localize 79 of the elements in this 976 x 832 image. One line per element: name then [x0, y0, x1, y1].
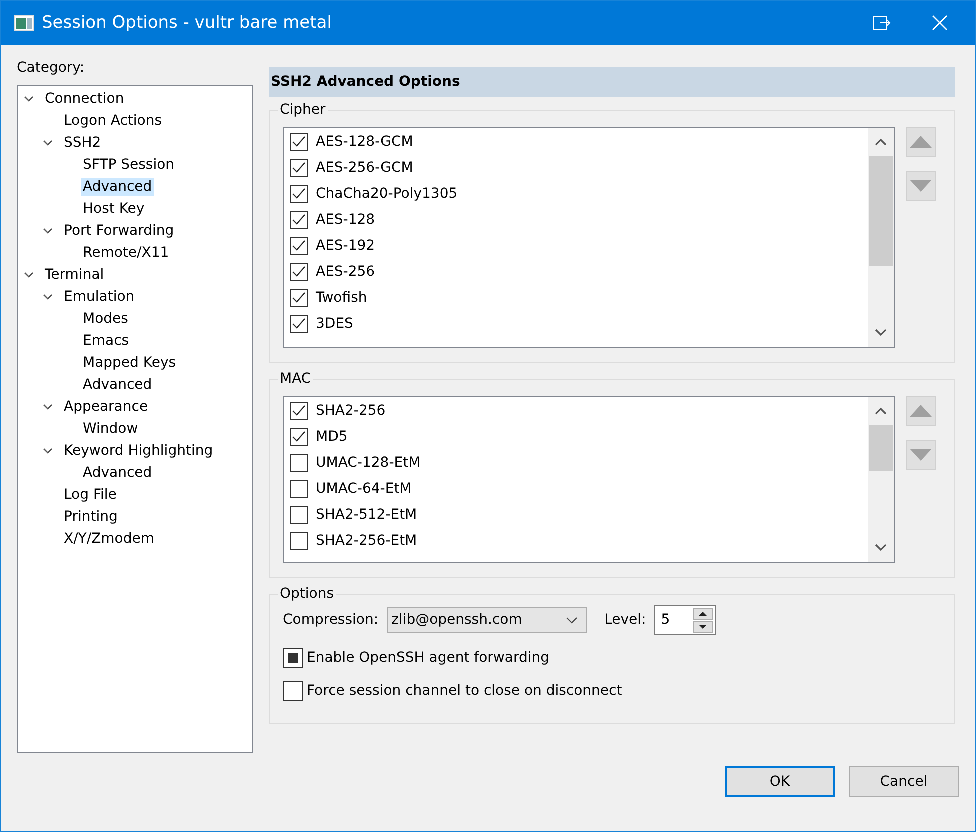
tree-item[interactable]: Printing — [62, 508, 120, 526]
list-item-label: UMAC-64-EtM — [316, 481, 412, 497]
level-label: Level: — [604, 612, 646, 628]
up-triangle-icon — [910, 135, 932, 149]
checkbox-label: Force session channel to close on disconnect — [307, 683, 622, 699]
tree-item[interactable]: X/Y/Zmodem — [62, 530, 157, 548]
tree-item[interactable]: Connection — [43, 90, 126, 108]
tree-item[interactable]: Advanced — [81, 464, 154, 482]
scrollbar[interactable] — [868, 128, 894, 347]
compression-label: Compression: — [283, 612, 379, 628]
tree-item[interactable]: Advanced — [81, 376, 154, 394]
down-triangle-icon — [910, 179, 932, 193]
list-item-label: ChaCha20-Poly1305 — [316, 186, 458, 202]
checkbox[interactable] — [283, 681, 303, 701]
checkbox[interactable] — [290, 506, 308, 524]
down-chevron-icon — [875, 329, 887, 337]
checkbox[interactable] — [290, 185, 308, 203]
checkbox[interactable] — [290, 532, 308, 550]
list-item-label: AES-256-GCM — [316, 160, 414, 176]
list-item-label: AES-256 — [316, 264, 376, 280]
list-item-label: 3DES — [316, 316, 354, 332]
list-item-label: MD5 — [316, 429, 348, 445]
tree-item[interactable]: Host Key — [81, 200, 147, 218]
category-tree[interactable] — [17, 85, 253, 753]
list-item-label: AES-128 — [316, 212, 376, 228]
tree-item[interactable]: Emulation — [62, 288, 137, 306]
category-label: Category: — [17, 59, 86, 78]
checkbox[interactable] — [290, 289, 308, 307]
app-window-icon — [14, 15, 34, 31]
checkbox[interactable] — [290, 454, 308, 472]
tree-item[interactable]: Modes — [81, 310, 130, 328]
tree-item[interactable]: Logon Actions — [62, 112, 164, 130]
list-item-label: AES-128-GCM — [316, 134, 414, 150]
list-item-label: SHA2-256 — [316, 403, 386, 419]
checkbox[interactable] — [290, 211, 308, 229]
checkbox[interactable] — [290, 133, 308, 151]
level-spinner[interactable]: 5 — [654, 605, 716, 635]
tree-item[interactable]: Window — [81, 420, 140, 438]
group-label: Cipher — [278, 102, 328, 118]
tree-item[interactable]: Appearance — [62, 398, 150, 416]
scroll-thumb[interactable] — [869, 156, 893, 266]
tree-item[interactable]: Log File — [62, 486, 119, 504]
group-label: Options — [278, 586, 336, 602]
checkbox[interactable] — [290, 263, 308, 281]
up-triangle-icon — [910, 404, 932, 418]
checkbox[interactable] — [290, 315, 308, 333]
dialog-button[interactable]: OK — [725, 766, 835, 797]
checkbox[interactable] — [290, 159, 308, 177]
tree-item[interactable]: Terminal — [43, 266, 106, 284]
tree-item[interactable]: Port Forwarding — [62, 222, 176, 240]
down-triangle-icon — [910, 448, 932, 462]
up-chevron-icon — [875, 138, 887, 146]
list-item-label: UMAC-128-EtM — [316, 455, 421, 471]
list-item-label: SHA2-256-EtM — [316, 533, 418, 549]
compression-dropdown[interactable]: zlib@openssh.com — [386, 607, 587, 633]
tree-item[interactable]: Emacs — [81, 332, 132, 350]
tree-item[interactable]: Advanced — [81, 178, 154, 196]
checkbox[interactable] — [290, 402, 308, 420]
section-header: SSH2 Advanced Options — [269, 67, 955, 97]
checkbox[interactable] — [290, 237, 308, 255]
checkbox-label: Enable OpenSSH agent forwarding — [307, 650, 550, 666]
checkbox[interactable] — [290, 428, 308, 446]
tree-item[interactable]: SSH2 — [62, 134, 104, 152]
scrollbar[interactable] — [868, 397, 894, 562]
list-item-label: AES-192 — [316, 238, 376, 254]
list-item-label: Twofish — [316, 290, 368, 306]
down-chevron-icon — [875, 544, 887, 552]
tree-item[interactable]: Mapped Keys — [81, 354, 178, 372]
checkbox[interactable] — [283, 648, 303, 668]
tree-item[interactable]: SFTP Session — [81, 156, 177, 174]
checkbox[interactable] — [290, 480, 308, 498]
tree-item[interactable]: Remote/X11 — [81, 244, 172, 262]
list-item-label: SHA2-512-EtM — [316, 507, 418, 523]
up-chevron-icon — [875, 407, 887, 415]
scroll-thumb[interactable] — [869, 425, 893, 471]
tree-item[interactable]: Keyword Highlighting — [62, 442, 216, 460]
dropdown-chevron-icon — [566, 616, 578, 624]
dialog-button[interactable]: Cancel — [849, 766, 959, 797]
window-title: Session Options - vultr bare metal — [42, 13, 332, 33]
